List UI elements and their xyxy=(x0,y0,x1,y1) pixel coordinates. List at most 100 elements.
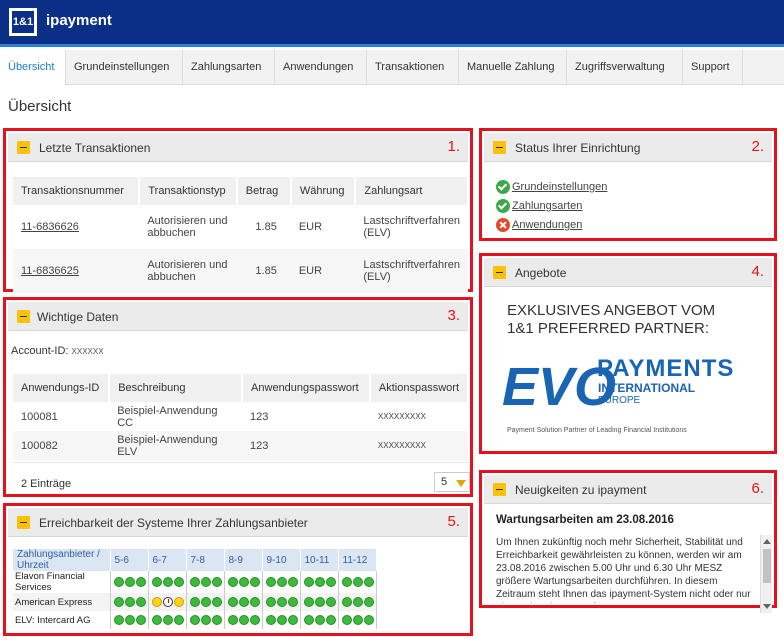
scroll-down-icon[interactable] xyxy=(763,604,771,609)
top-bar: 1&1 ipayment xyxy=(0,0,784,47)
panel-provider-availability: Erreichbarkeit der Systeme Ihrer Zahlung… xyxy=(3,503,473,636)
error-icon xyxy=(496,218,510,232)
col-header[interactable]: Transaktionstyp xyxy=(139,177,238,205)
table-row: American Express xyxy=(13,593,377,611)
collapse-icon[interactable] xyxy=(17,516,30,529)
status-dots xyxy=(265,577,298,587)
col-header: Zahlungsanbieter / Uhrzeit xyxy=(13,549,111,571)
amount: 1.85 xyxy=(236,205,291,249)
transaction-type: abbuchen xyxy=(147,227,196,239)
panel-title: Wichtige Daten xyxy=(37,310,119,324)
scroll-up-icon[interactable] xyxy=(763,539,771,544)
panel-title: Angebote xyxy=(515,266,567,280)
collapse-icon[interactable] xyxy=(17,141,30,154)
collapse-icon[interactable] xyxy=(493,266,506,279)
panel-news: Neuigkeiten zu ipayment 6. Wartungsarbei… xyxy=(479,470,777,613)
table-row: 100082 Beispiel-Anwendung ELV 123 XXXXXX… xyxy=(13,431,468,460)
scroll-thumb[interactable] xyxy=(763,549,771,583)
nav-item-uebersicht[interactable]: Übersicht xyxy=(0,50,66,85)
transaction-link[interactable]: 11-6836626 xyxy=(21,221,79,233)
nav-item-grundeinstellungen[interactable]: Grundeinstellungen xyxy=(66,50,183,85)
evo-europe: EUROPE xyxy=(598,395,641,406)
table-row: Elavon Financial Services xyxy=(13,571,377,593)
check-icon xyxy=(496,180,510,194)
col-header: 7-8 xyxy=(186,549,225,571)
collapse-icon[interactable] xyxy=(493,483,506,496)
nav-item-transaktionen[interactable]: Transaktionen xyxy=(367,50,459,85)
panel-header: Neuigkeiten zu ipayment 6. xyxy=(484,475,772,504)
nav-item-manuelle-zahlung[interactable]: Manuelle Zahlung xyxy=(459,50,567,85)
status-item-anwendungen: Anwendungen xyxy=(496,218,582,234)
nav-item-anwendungen[interactable]: Anwendungen xyxy=(275,50,367,85)
col-header[interactable]: Beschreibung xyxy=(109,374,244,402)
status-item-grundeinstellungen: Grundeinstellungen xyxy=(496,180,607,196)
page-size-select[interactable]: 5 xyxy=(434,472,470,492)
logo-text: 1&1 xyxy=(12,11,34,33)
app-desc: Beispiel-Anwendung ELV xyxy=(109,431,243,460)
col-header: 8-9 xyxy=(224,549,263,571)
status-link[interactable]: Zahlungsarten xyxy=(512,200,582,212)
applications-table: Anwendungs-ID Beschreibung Anwendungspas… xyxy=(13,374,470,460)
nav-item-zahlungsarten[interactable]: Zahlungsarten xyxy=(183,50,275,85)
availability-table: Zahlungsanbieter / Uhrzeit 5-6 6-7 7-8 8… xyxy=(13,549,377,629)
account-label: Account-ID: xyxy=(11,345,69,357)
status-item-zahlungsarten: Zahlungsarten xyxy=(496,199,582,215)
col-header[interactable]: Betrag xyxy=(236,177,292,205)
col-header[interactable]: Zahlungsart xyxy=(355,177,469,205)
nav-item-zugriffsverwaltung[interactable]: Zugriffsverwaltung xyxy=(567,50,683,85)
collapse-icon[interactable] xyxy=(17,310,30,323)
status-dots xyxy=(227,577,260,587)
panel-offers: Angebote 4. EXKLUSIVES ANGEBOT VOM 1&1 P… xyxy=(479,253,777,454)
transaction-link[interactable]: 11-6836625 xyxy=(21,265,79,277)
transactions-table: Transaktionsnummer Transaktionstyp Betra… xyxy=(13,177,469,293)
panel-header: Letzte Transaktionen 1. xyxy=(8,133,468,162)
panel-title: Status Ihrer Einrichtung xyxy=(515,141,641,155)
status-dots xyxy=(227,615,260,625)
status-dots xyxy=(151,597,184,607)
nav-item-support[interactable]: Support xyxy=(683,50,743,85)
col-header[interactable]: Transaktionsnummer xyxy=(13,177,141,205)
panel-important-data: Wichtige Daten 3. Account-ID: XXXXXX Anw… xyxy=(3,297,473,497)
evo-payments: PAYMENTS xyxy=(597,355,735,382)
table-row: ELV: Intercard AG xyxy=(13,611,377,629)
provider-name: ELV: Intercard AG xyxy=(13,611,111,629)
status-link[interactable]: Anwendungen xyxy=(512,219,582,231)
status-dots xyxy=(151,615,184,625)
status-dots xyxy=(303,577,336,587)
col-header: 10-11 xyxy=(300,549,339,571)
provider-name: Elavon Financial Services xyxy=(13,571,111,593)
offer-headline-line: EXKLUSIVES ANGEBOT VOM xyxy=(507,302,716,319)
panel-number: 4. xyxy=(751,263,764,280)
provider-name: American Express xyxy=(13,593,111,611)
news-content: Wartungsarbeiten am 23.08.2016 Um Ihnen … xyxy=(484,506,758,603)
status-dots xyxy=(151,577,184,587)
status-dots xyxy=(113,615,146,625)
collapse-icon[interactable] xyxy=(493,141,506,154)
col-header[interactable]: Aktionspasswort xyxy=(369,374,470,402)
evo-tagline: Payment Solution Partner of Leading Fina… xyxy=(507,427,687,434)
col-header: 9-10 xyxy=(262,549,301,571)
col-header: 6-7 xyxy=(148,549,187,571)
clock-icon[interactable] xyxy=(162,597,173,607)
payment-method: Lastschriftverfahren xyxy=(363,259,460,271)
col-header[interactable]: Anwendungspasswort xyxy=(242,374,371,402)
status-link[interactable]: Grundeinstellungen xyxy=(512,181,607,193)
news-scrollbar[interactable] xyxy=(760,535,772,613)
evo-international: INTERNATIONAL xyxy=(598,381,696,395)
col-header[interactable]: Anwendungs-ID xyxy=(13,374,111,402)
transaction-type: Autorisieren und xyxy=(147,215,228,227)
status-dots xyxy=(189,597,222,607)
panel-number: 5. xyxy=(447,513,460,530)
table-row: 11-6836625 Autorisieren und abbuchen 1.85… xyxy=(13,249,468,293)
offer-headline[interactable]: EXKLUSIVES ANGEBOT VOM 1&1 PREFERRED PAR… xyxy=(507,302,715,338)
entries-count: 2 Einträge xyxy=(21,478,72,490)
status-dots xyxy=(113,597,146,607)
page-size-value: 5 xyxy=(441,476,448,488)
panel-number: 1. xyxy=(447,138,460,155)
logo[interactable]: 1&1 xyxy=(9,8,37,36)
col-header[interactable]: Währung xyxy=(290,177,357,205)
status-dots xyxy=(303,597,336,607)
payment-method: (ELV) xyxy=(363,271,391,283)
app-name: ipayment xyxy=(46,12,112,29)
status-dots xyxy=(341,615,374,625)
